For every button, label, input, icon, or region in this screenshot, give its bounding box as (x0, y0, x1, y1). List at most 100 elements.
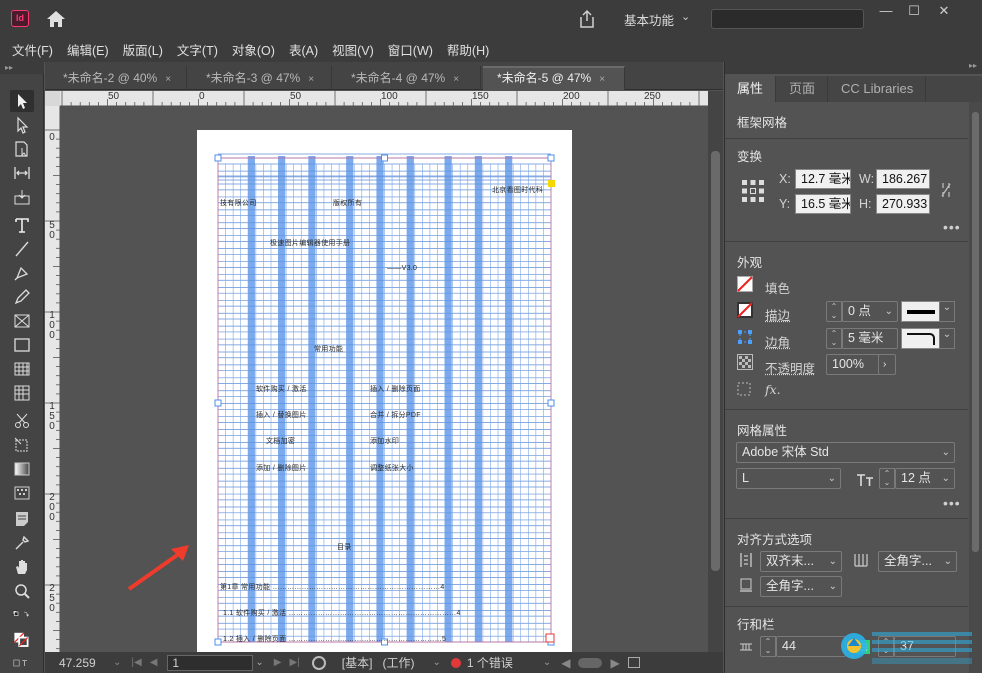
home-icon[interactable] (46, 10, 66, 28)
constrain-proportions-icon[interactable] (939, 181, 953, 199)
hscroll-thumb[interactable] (578, 657, 603, 668)
close-tab-icon[interactable]: × (453, 74, 459, 85)
width-field[interactable]: 186.267 (876, 169, 930, 189)
menu-edit[interactable]: 编辑(E) (67, 40, 109, 59)
menu-help[interactable]: 帮助(H) (447, 40, 489, 59)
stroke-swatch-icon[interactable] (737, 302, 753, 318)
font-style-dropdown[interactable]: L ⌄ (736, 468, 841, 489)
workspace-switcher[interactable]: 基本功能 (624, 10, 674, 29)
rectangle-tool-icon[interactable] (10, 334, 34, 356)
document-page[interactable]: 北京看图时代科 技有限公司 版权所有 极速图片编辑器使用手册 ——V3.0 常用… (197, 130, 572, 652)
close-tab-icon[interactable]: × (308, 74, 314, 85)
next-page-icon[interactable]: ▶ (274, 657, 282, 668)
scroll-right-icon[interactable]: ▶ (610, 656, 619, 670)
zoom-tool-icon[interactable] (10, 580, 34, 602)
horizontal-ruler[interactable]: 50 0 50 100 150 200 250 (60, 91, 708, 106)
gradient-tool-icon[interactable] (10, 458, 34, 480)
stroke-stepper[interactable]: ⌃ ⌄ (826, 301, 842, 322)
font-size-field[interactable]: 12 点 ⌄ (895, 468, 955, 489)
prev-page-icon[interactable]: ◀ (150, 657, 158, 668)
error-count[interactable]: 1 个错误 (467, 654, 513, 671)
chars-per-line-field[interactable]: 44 (776, 636, 846, 657)
share-icon[interactable] (577, 9, 597, 29)
fill-stroke-swatch-icon[interactable] (6, 626, 36, 654)
pencil-tool-icon[interactable] (10, 286, 34, 308)
tab-untitled-5[interactable]: *未命名-5 @ 47% × (483, 66, 625, 90)
eyedropper-tool-icon[interactable] (10, 532, 34, 554)
font-size-stepper[interactable]: ⌃ ⌄ (879, 468, 895, 489)
corner-label[interactable]: 边角 (765, 332, 790, 351)
swap-fill-stroke-icon[interactable] (6, 604, 36, 626)
last-page-icon[interactable]: ▶| (289, 657, 299, 668)
menu-layout[interactable]: 版面(L) (123, 40, 163, 59)
vertical-ruler[interactable]: 0 50 100 150 200 250 (45, 106, 60, 652)
page-number-field[interactable]: 1 (167, 654, 254, 671)
close-tab-icon[interactable]: × (599, 74, 605, 85)
corner-size-field[interactable]: 5 毫米 (842, 328, 898, 349)
chevron-down-icon[interactable]: ⌄ (113, 657, 121, 668)
type-tool-icon[interactable] (10, 214, 34, 236)
char-align-dropdown[interactable]: 全角字... ⌄ (760, 576, 842, 597)
tab-pages[interactable]: 页面 (777, 76, 829, 102)
minimize-button[interactable]: — (874, 2, 898, 20)
tab-cc-libraries[interactable]: CC Libraries (829, 76, 927, 102)
tab-untitled-3[interactable]: *未命名-3 @ 47% × (192, 66, 332, 90)
vertical-grid-tool-icon[interactable] (10, 382, 34, 404)
first-page-icon[interactable]: |◀ (131, 657, 141, 668)
chars-stepper[interactable]: ⌃ ⌄ (760, 636, 776, 657)
panel-scrollbar[interactable] (969, 102, 982, 673)
menu-table[interactable]: 表(A) (289, 40, 318, 59)
chevron-right-icon[interactable]: › (878, 354, 896, 375)
reference-point-icon[interactable] (741, 179, 765, 203)
preview-mode-icon[interactable] (6, 656, 36, 670)
preflight-icon[interactable] (311, 655, 326, 670)
tab-untitled-4[interactable]: *未命名-4 @ 47% × (337, 66, 481, 90)
more-options-icon[interactable]: ••• (943, 495, 961, 511)
zoom-field[interactable]: 47.259 (59, 656, 109, 670)
pen-tool-icon[interactable] (10, 262, 34, 284)
frame-fitting-icon[interactable] (737, 382, 751, 396)
font-family-dropdown[interactable]: Adobe 宋体 Std ⌄ (736, 442, 955, 463)
menu-window[interactable]: 窗口(W) (388, 40, 433, 59)
ruler-origin[interactable] (45, 91, 60, 106)
search-input[interactable] (711, 9, 864, 29)
hand-tool-icon[interactable] (10, 556, 34, 578)
close-button[interactable]: ✕ (932, 2, 956, 20)
maximize-button[interactable]: ☐ (902, 2, 926, 20)
line-tool-icon[interactable] (10, 238, 34, 260)
chevron-down-icon[interactable]: ⌄ (255, 657, 263, 668)
chevron-down-icon[interactable]: ⌄ (432, 657, 440, 668)
split-view-icon[interactable] (627, 657, 640, 668)
close-tab-icon[interactable]: × (165, 74, 171, 85)
menu-file[interactable]: 文件(F) (12, 40, 53, 59)
corner-shape-dropdown[interactable]: ⌄ (901, 328, 955, 349)
chevron-down-icon[interactable]: ⌄ (681, 10, 690, 23)
tab-untitled-2[interactable]: *未命名-2 @ 40% × (49, 66, 187, 90)
corner-stepper[interactable]: ⌃ ⌄ (826, 328, 842, 349)
scroll-left-icon[interactable]: ◀ (561, 656, 570, 670)
rectangle-frame-tool-icon[interactable] (10, 310, 34, 332)
free-transform-tool-icon[interactable] (10, 434, 34, 456)
y-position-field[interactable]: 16.5 毫米 (795, 194, 851, 214)
opacity-label[interactable]: 不透明度 (765, 358, 815, 377)
stroke-weight-field[interactable]: 0 点 ⌄ (842, 301, 898, 322)
direct-selection-tool-icon[interactable] (10, 114, 34, 136)
panel-collapse-icon[interactable]: ▸▸ (725, 61, 982, 74)
selection-tool-icon[interactable] (10, 90, 34, 112)
stroke-type-dropdown[interactable]: ⌄ (901, 301, 955, 322)
tab-properties[interactable]: 属性 (725, 76, 777, 102)
menu-type[interactable]: 文字(T) (177, 40, 218, 59)
panel-collapse-icon[interactable]: ▸▸ (0, 62, 44, 74)
menu-view[interactable]: 视图(V) (332, 40, 374, 59)
scrollbar-thumb[interactable] (972, 112, 979, 552)
chevron-down-icon[interactable]: ⌄ (543, 657, 551, 668)
corner-options-icon[interactable] (737, 329, 753, 345)
justification-dropdown[interactable]: 双齐末... ⌄ (760, 551, 842, 572)
content-collector-icon[interactable] (10, 186, 34, 208)
gap-tool-icon[interactable] (10, 162, 34, 184)
height-field[interactable]: 270.933 (876, 194, 930, 214)
note-tool-icon[interactable] (10, 508, 34, 530)
document-canvas[interactable]: 北京看图时代科 技有限公司 版权所有 极速图片编辑器使用手册 ——V3.0 常用… (61, 107, 708, 652)
x-position-field[interactable]: 12.7 毫米 (795, 169, 851, 189)
effects-icon[interactable]: fx. (765, 382, 781, 397)
